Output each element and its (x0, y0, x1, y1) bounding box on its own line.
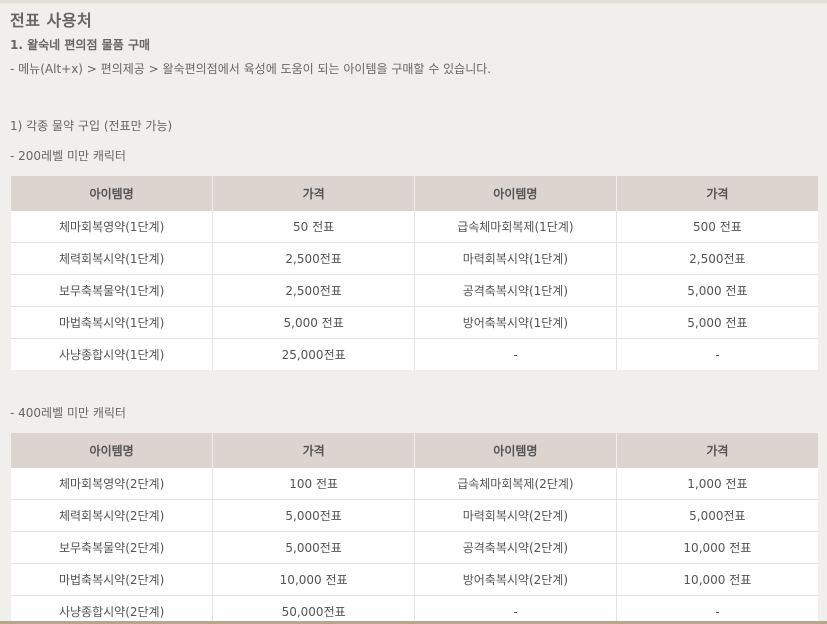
price-cell: - (616, 595, 818, 624)
item-name-cell: 마법축복시약(1단계) (11, 306, 214, 339)
item-name-cell: 공격축복시약(1단계) (414, 274, 617, 307)
item-name-cell: 방어축복시약(1단계) (414, 306, 617, 339)
item-name-cell: 체력회복시약(2단계) (11, 499, 214, 532)
price-cell: 50,000전표 (212, 595, 415, 624)
item-name-cell: 방어축복시약(2단계) (414, 563, 617, 596)
table-row: 체마회복영약(1단계) 50 전표 급속체마회복제(1단계) 500 전표 (11, 211, 818, 243)
price-cell: 10,000 전표 (616, 531, 818, 564)
header-item-name: 아이템명 (11, 176, 214, 211)
group1-table: 아이템명 가격 아이템명 가격 체마회복영약(1단계) 50 전표 급속체마회복… (11, 176, 818, 370)
price-cell: 100 전표 (212, 468, 415, 500)
item-name-cell: 체마회복영약(2단계) (11, 468, 214, 500)
header-price: 가격 (616, 433, 818, 468)
item-name-cell: 체력회복시약(1단계) (11, 242, 214, 275)
table-header-row: 아이템명 가격 아이템명 가격 (11, 176, 818, 211)
price-cell: 10,000 전표 (212, 563, 415, 596)
header-price: 가격 (616, 176, 818, 211)
price-cell: 10,000 전표 (616, 563, 818, 596)
item-name-cell: 급속체마회복제(2단계) (414, 468, 617, 500)
table-header-row: 아이템명 가격 아이템명 가격 (11, 433, 818, 468)
table-row: 보무축복물약(1단계) 2,500전표 공격축복시약(1단계) 5,000 전표 (11, 274, 818, 307)
section-title: 1) 각종 물약 구입 (전표만 가능) (10, 119, 173, 133)
price-cell: 2,500전표 (212, 242, 415, 275)
item-name-cell: - (414, 595, 617, 624)
item-name-cell: 보무축복물약(1단계) (11, 274, 214, 307)
price-cell: 5,000 전표 (212, 306, 415, 339)
header-item-name: 아이템명 (414, 433, 617, 468)
item-name-cell: 사냥종합시약(1단계) (11, 338, 214, 370)
page-title: 전표 사용처 (10, 11, 93, 30)
page-description: - 메뉴(Alt+x) > 편의제공 > 왈숙편의점에서 육성에 도움이 되는 … (10, 62, 492, 76)
table-row: 체력회복시약(2단계) 5,000전표 마력회복시약(2단계) 5,000전표 (11, 499, 818, 532)
table-row: 마법축복시약(2단계) 10,000 전표 방어축복시약(2단계) 10,000… (11, 563, 818, 596)
price-cell: 5,000전표 (212, 531, 415, 564)
price-cell: 2,500전표 (616, 242, 818, 275)
header-item-name: 아이템명 (414, 176, 617, 211)
page: 전표 사용처 1. 왈숙네 편의점 물품 구매 - 메뉴(Alt+x) > 편의… (0, 0, 827, 624)
price-cell: 25,000전표 (212, 338, 415, 370)
table-row: 체력회복시약(1단계) 2,500전표 마력회복시약(1단계) 2,500전표 (11, 242, 818, 275)
header-price: 가격 (212, 176, 415, 211)
item-name-cell: 마력회복시약(2단계) (414, 499, 617, 532)
top-divider (0, 0, 827, 3)
table-row: 사냥종합시약(2단계) 50,000전표 - - (11, 595, 818, 624)
price-cell: 50 전표 (212, 211, 415, 243)
header-price: 가격 (212, 433, 415, 468)
item-name-cell: 공격축복시약(2단계) (414, 531, 617, 564)
page-subtitle: 1. 왈숙네 편의점 물품 구매 (10, 38, 151, 52)
item-name-cell: 급속체마회복제(1단계) (414, 211, 617, 243)
item-name-cell: 마법축복시약(2단계) (11, 563, 214, 596)
group2-title: - 400레벨 미만 캐릭터 (10, 406, 126, 420)
item-name-cell: - (414, 338, 617, 370)
item-name-cell: 사냥종합시약(2단계) (11, 595, 214, 624)
item-name-cell: 보무축복물약(2단계) (11, 531, 214, 564)
table-row: 마법축복시약(1단계) 5,000 전표 방어축복시약(1단계) 5,000 전… (11, 306, 818, 339)
group2-table: 아이템명 가격 아이템명 가격 체마회복영약(2단계) 100 전표 급속체마회… (11, 433, 818, 624)
price-cell: 5,000전표 (212, 499, 415, 532)
price-cell: 1,000 전표 (616, 468, 818, 500)
price-cell: 500 전표 (616, 211, 818, 243)
group1-title: - 200레벨 미만 캐릭터 (10, 149, 126, 163)
table-row: 보무축복물약(2단계) 5,000전표 공격축복시약(2단계) 10,000 전… (11, 531, 818, 564)
table-row: 사냥종합시약(1단계) 25,000전표 - - (11, 338, 818, 370)
price-cell: - (616, 338, 818, 370)
table-row: 체마회복영약(2단계) 100 전표 급속체마회복제(2단계) 1,000 전표 (11, 468, 818, 500)
header-item-name: 아이템명 (11, 433, 214, 468)
item-name-cell: 마력회복시약(1단계) (414, 242, 617, 275)
price-cell: 5,000 전표 (616, 306, 818, 339)
price-cell: 2,500전표 (212, 274, 415, 307)
price-cell: 5,000 전표 (616, 274, 818, 307)
price-cell: 5,000전표 (616, 499, 818, 532)
item-name-cell: 체마회복영약(1단계) (11, 211, 214, 243)
